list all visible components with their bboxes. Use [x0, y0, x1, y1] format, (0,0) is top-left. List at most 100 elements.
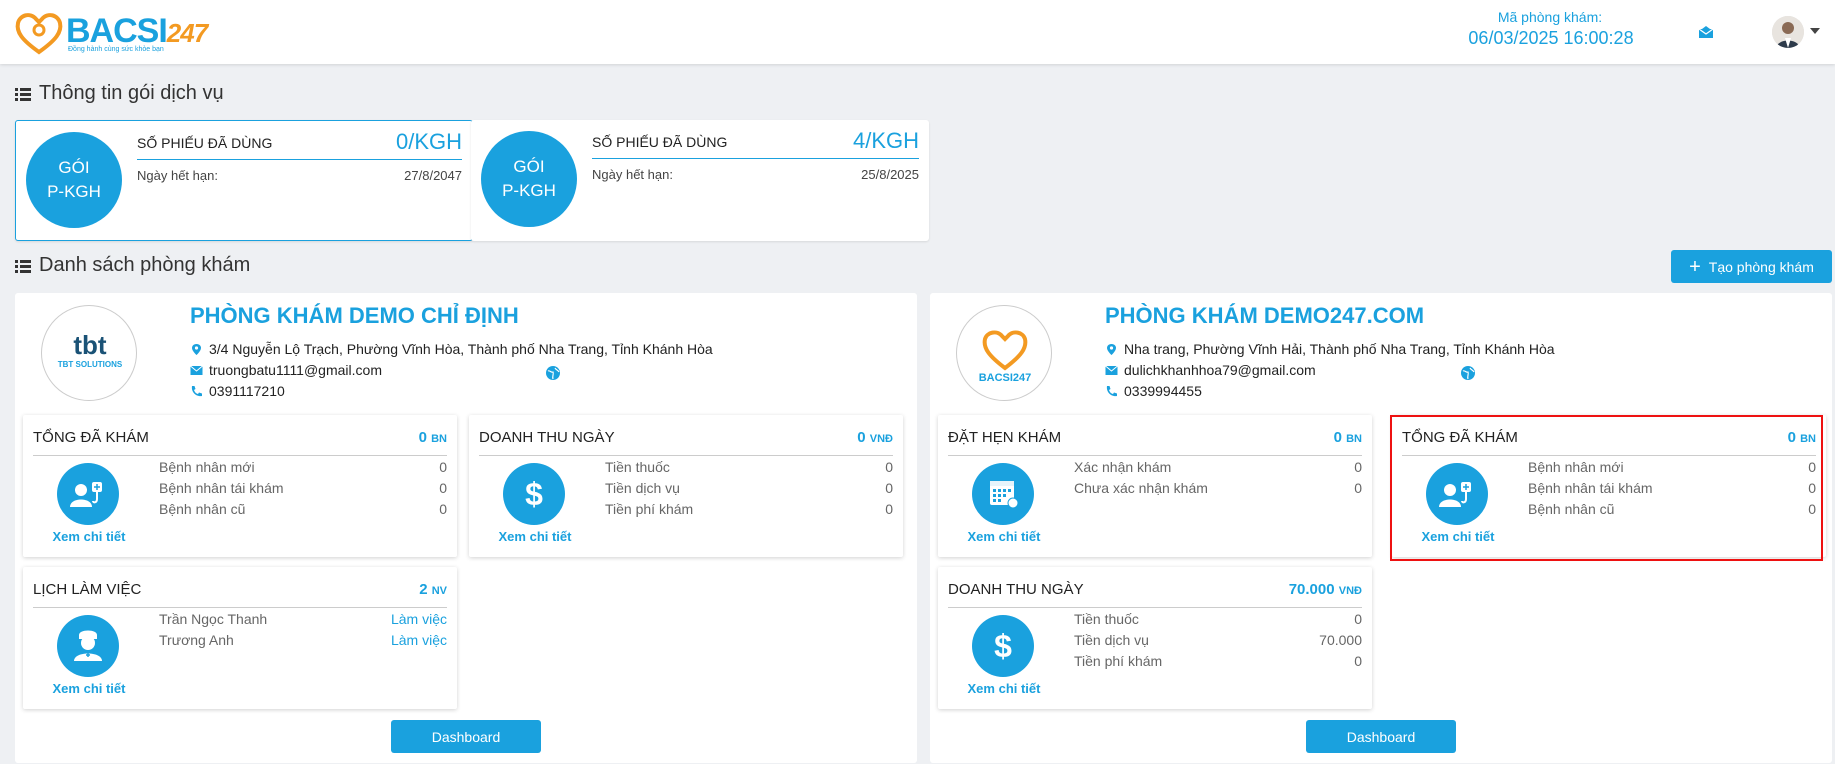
- divider: [948, 455, 1362, 456]
- card-icon-circle: [57, 463, 119, 525]
- clinic-address-row: Nha trang, Phường Vĩnh Hải, Thành phố Nh…: [1105, 341, 1555, 357]
- package-card[interactable]: GÓI P-KGH SỐ PHIẾU ĐÃ DÙNG 4/KGH Ngày hết…: [471, 120, 929, 241]
- card-icon-circle: [57, 615, 119, 677]
- stat-row-value: 0: [885, 501, 893, 517]
- card-value: 70.000 VNĐ: [1288, 581, 1362, 598]
- list-icon: [15, 259, 31, 273]
- clinic-address-row: 3/4 Nguyễn Lộ Trạch, Phường Vĩnh Hòa, Th…: [190, 341, 713, 357]
- globe-icon[interactable]: [1460, 365, 1476, 381]
- divider: [948, 607, 1362, 608]
- stat-card-daily-revenue: DOANH THU NGÀY 0 VNĐ $ Xem chi tiết Tiền…: [469, 415, 903, 557]
- stat-row-label: Tiền thuốc: [605, 459, 670, 475]
- packages-section-title: Thông tin gói dịch vụ: [15, 82, 224, 105]
- stat-row-label: Tiền thuốc: [1074, 611, 1139, 627]
- stat-card-daily-revenue: DOANH THU NGÀY 70.000 VNĐ $ Xem chi tiết…: [938, 567, 1372, 709]
- expiry-label: Ngày hết hạn:: [592, 167, 673, 182]
- datetime-display: 06/03/2025 16:00:28: [1468, 28, 1634, 48]
- view-details-link[interactable]: Xem chi tiết: [952, 529, 1056, 544]
- divider: [33, 455, 447, 456]
- staff-status: Làm việc: [390, 632, 447, 648]
- card-title: DOANH THU NGÀY: [479, 429, 615, 446]
- mail-icon[interactable]: [1699, 26, 1713, 38]
- stat-row-label: Xác nhận khám: [1074, 459, 1172, 475]
- card-title: TỔNG ĐÃ KHÁM: [33, 429, 149, 446]
- clinic-email-row: truongbatu1111@gmail.com: [190, 362, 382, 378]
- dashboard-button[interactable]: Dashboard: [1306, 720, 1456, 753]
- package-badge: GÓI P-KGH: [26, 132, 122, 228]
- user-menu-caret-icon[interactable]: [1810, 28, 1820, 34]
- stat-row-value: 70.000: [1319, 632, 1362, 648]
- package-label: SỐ PHIẾU ĐÃ DÙNG: [137, 135, 273, 151]
- expiry-date: 25/8/2025: [861, 167, 919, 182]
- clinic-name[interactable]: PHÒNG KHÁM DEMO CHỈ ĐỊNH: [190, 303, 519, 329]
- divider: [479, 455, 893, 456]
- card-title: ĐẶT HẸN KHÁM: [948, 429, 1062, 446]
- stat-row-value: 0: [1354, 459, 1362, 475]
- stat-row-label: Bệnh nhân tái khám: [159, 480, 284, 496]
- stat-row-label: Bệnh nhân mới: [159, 459, 255, 475]
- bacsi247-logo-icon: [982, 330, 1028, 371]
- clinic-phone-row: 0339994455: [1105, 383, 1202, 399]
- stat-row-label: Chưa xác nhận khám: [1074, 480, 1208, 496]
- stat-row-value: 0: [885, 459, 893, 475]
- stat-card-total-exams: TỔNG ĐÃ KHÁM 0 BN Xem chi tiết Bệnh nhân…: [23, 415, 457, 557]
- stat-row-value: 0: [1354, 480, 1362, 496]
- expiry-label: Ngày hết hạn:: [137, 168, 218, 183]
- doctor-patient-icon: [70, 482, 102, 507]
- clinic-panel: BACSI247 PHÒNG KHÁM DEMO247.COM Nha tran…: [930, 293, 1832, 763]
- doctor-patient-icon: [1439, 482, 1471, 507]
- heart-logo-icon: [15, 13, 63, 55]
- stat-row-label: Tiền phí khám: [1074, 653, 1163, 669]
- calendar-icon: [990, 481, 1019, 509]
- user-avatar[interactable]: [1772, 16, 1804, 48]
- globe-icon[interactable]: [545, 365, 561, 381]
- card-value: 0 BN: [418, 429, 447, 446]
- top-header: BACSI247 Đồng hành cùng sức khỏe bạn Mã …: [0, 0, 1835, 64]
- svg-text:$: $: [525, 476, 543, 512]
- divider: [1402, 455, 1816, 456]
- view-details-link[interactable]: Xem chi tiết: [483, 529, 587, 544]
- stat-row-label: Bệnh nhân cũ: [1528, 501, 1615, 517]
- stat-row-label: Tiền dịch vụ: [1074, 632, 1149, 648]
- create-clinic-button[interactable]: + Tạo phòng khám: [1671, 250, 1832, 283]
- package-value: 4/KGH: [852, 128, 919, 153]
- stat-row-value: 0: [1808, 501, 1816, 517]
- staff-name: Trương Anh: [159, 632, 234, 648]
- divider: [592, 158, 919, 159]
- clinics-section-title: Danh sách phòng khám: [15, 254, 250, 277]
- divider: [137, 159, 462, 160]
- clinic-logo: BACSI247: [956, 305, 1052, 401]
- tbt-logo-icon: tbt: [73, 330, 107, 360]
- stat-card-work-schedule: LỊCH LÀM VIỆC 2 NV Xem chi tiết Trần Ngọ…: [23, 567, 457, 709]
- logo-tagline: Đồng hành cùng sức khỏe bạn: [68, 46, 164, 53]
- clinic-code-label: Mã phòng khám:: [1497, 9, 1603, 25]
- view-details-link[interactable]: Xem chi tiết: [1406, 529, 1510, 544]
- dashboard-button[interactable]: Dashboard: [391, 720, 541, 753]
- card-icon-circle: $: [972, 615, 1034, 677]
- stat-row-value: 0: [439, 501, 447, 517]
- package-card[interactable]: GÓI P-KGH SỐ PHIẾU ĐÃ DÙNG 0/KGH Ngày hết…: [15, 120, 473, 241]
- app-logo[interactable]: BACSI247 Đồng hành cùng sức khỏe bạn: [14, 10, 224, 56]
- card-title: DOANH THU NGÀY: [948, 581, 1084, 598]
- dollar-icon: $: [525, 476, 543, 512]
- card-value: 2 NV: [419, 581, 447, 598]
- view-details-link[interactable]: Xem chi tiết: [37, 529, 141, 544]
- stat-row-value: 0: [1808, 459, 1816, 475]
- stat-row-label: Bệnh nhân tái khám: [1528, 480, 1653, 496]
- package-label: SỐ PHIẾU ĐÃ DÙNG: [592, 134, 728, 150]
- stat-row-value: 0: [439, 459, 447, 475]
- card-value: 0 BN: [1333, 429, 1362, 446]
- clinic-name[interactable]: PHÒNG KHÁM DEMO247.COM: [1105, 303, 1424, 329]
- phone-icon: [191, 385, 202, 396]
- svg-text:tbt: tbt: [73, 330, 107, 360]
- view-details-link[interactable]: Xem chi tiết: [37, 681, 141, 696]
- stat-row-value: 0: [885, 480, 893, 496]
- stat-card-appointments: ĐẶT HẸN KHÁM 0 BN Xem chi tiết Xác nhận …: [938, 415, 1372, 557]
- stat-row-value: 0: [1354, 653, 1362, 669]
- package-value: 0/KGH: [395, 129, 462, 154]
- clinic-email-row: dulichkhanhhoa79@gmail.com: [1105, 362, 1316, 378]
- card-value: 0 VNĐ: [857, 429, 893, 446]
- plus-icon: +: [1689, 255, 1701, 278]
- phone-icon: [1106, 385, 1117, 396]
- view-details-link[interactable]: Xem chi tiết: [952, 681, 1056, 696]
